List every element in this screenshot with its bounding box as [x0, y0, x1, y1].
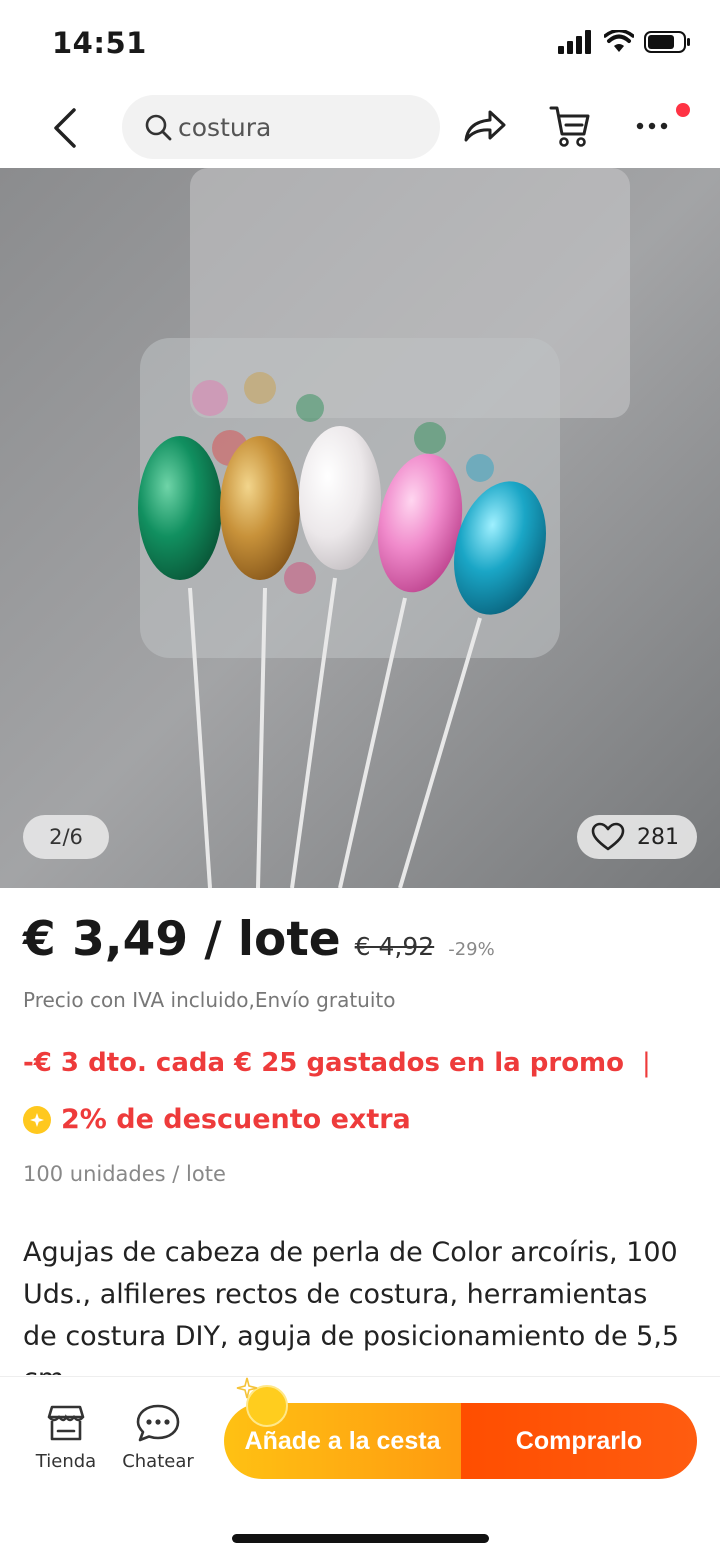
product-title: Agujas de cabeza de perla de Color arcoí… — [23, 1237, 680, 1375]
buy-now-button[interactable]: Comprarlo — [461, 1403, 697, 1479]
sparkle-icon — [236, 1377, 258, 1399]
more-icon[interactable] — [634, 114, 670, 138]
battery-icon — [644, 31, 690, 53]
search-input[interactable]: costura — [178, 113, 271, 142]
wishlist-button[interactable]: 281 — [577, 815, 697, 859]
promo-separator: | — [642, 1048, 651, 1078]
search-bar[interactable]: costura — [122, 95, 440, 159]
discount-percent: -29% — [448, 939, 495, 960]
search-icon — [145, 114, 172, 141]
chat-label: Chatear — [122, 1451, 194, 1472]
notification-dot — [676, 103, 690, 117]
top-nav-bar: costura — [0, 88, 720, 168]
share-icon[interactable] — [462, 106, 508, 146]
product-photo — [0, 168, 720, 888]
vat-shipping-note: Precio con IVA incluido,Envío gratuito — [23, 988, 396, 1012]
store-tab[interactable]: Tienda — [21, 1403, 111, 1472]
extra-discount[interactable]: 2% de descuento extra — [23, 1104, 411, 1135]
heart-icon — [591, 822, 625, 851]
coin-icon — [23, 1105, 51, 1134]
price-row: € 3,49 / lote € 4,92 -29% — [23, 912, 495, 967]
status-bar: 14:51 — [0, 0, 720, 88]
status-time: 14:51 — [52, 26, 147, 60]
units-per-lot: 100 unidades / lote — [23, 1162, 226, 1186]
image-page-indicator: 2/6 — [23, 815, 109, 859]
store-label: Tienda — [35, 1451, 97, 1472]
cart-icon[interactable] — [548, 102, 592, 150]
bottom-action-bar: Tienda Chatear Añade a la cesta Comprarl… — [0, 1376, 720, 1559]
likes-count: 281 — [637, 824, 679, 850]
promo-text: -€ 3 dto. cada € 25 gastados en la promo — [23, 1048, 625, 1078]
original-price: € 4,92 — [354, 932, 435, 961]
signal-icon — [558, 30, 591, 54]
product-image[interactable] — [0, 168, 720, 888]
current-price: € 3,49 / lote — [23, 912, 341, 967]
chevron-left-icon[interactable] — [44, 104, 88, 152]
home-indicator — [232, 1534, 489, 1543]
chat-tab[interactable]: Chatear — [113, 1403, 203, 1472]
chat-icon — [136, 1404, 180, 1442]
extra-discount-text: 2% de descuento extra — [61, 1104, 411, 1135]
wifi-icon — [604, 30, 634, 52]
promo-banner[interactable]: -€ 3 dto. cada € 25 gastados en la promo… — [23, 1048, 651, 1078]
status-icons — [558, 30, 692, 54]
store-icon — [47, 1405, 85, 1441]
